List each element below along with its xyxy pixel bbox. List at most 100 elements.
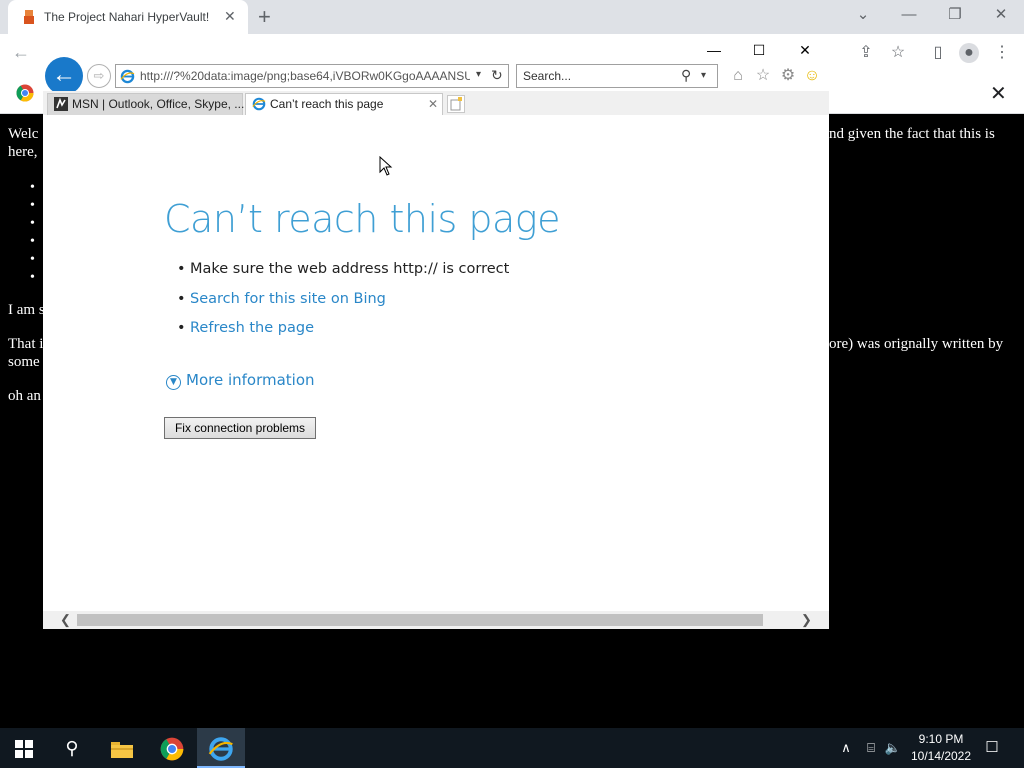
ie-address-dropdown-icon[interactable]: ▾ <box>476 69 481 80</box>
chrome-restore-button[interactable]: ❐ <box>932 0 978 30</box>
bg-bullet: • <box>30 216 35 231</box>
bg-bullet-list: • • • • • • <box>30 179 35 287</box>
ie-search-box[interactable]: Search... ⚲ ▾ <box>516 64 718 88</box>
ie-new-tab-button[interactable] <box>447 95 465 113</box>
bg-bullet: • <box>30 270 35 285</box>
mouse-cursor-icon <box>379 156 393 176</box>
more-information-toggle[interactable]: ▼ More information <box>166 371 315 390</box>
bg-bullet: • <box>30 180 35 195</box>
chrome-logo-icon <box>160 737 184 761</box>
bg-text-line: oh an <box>8 388 41 404</box>
ie-close-button[interactable]: ✕ <box>790 39 820 61</box>
chrome-share-icon[interactable]: ⇪ <box>856 43 876 63</box>
ie-maximize-button[interactable]: ☐ <box>744 39 774 61</box>
ie-minimize-button[interactable]: — <box>699 39 729 61</box>
ie-tab-row: MSN | Outlook, Office, Skype, ... Can’t … <box>43 91 829 115</box>
chrome-new-tab-button[interactable]: + <box>258 4 271 30</box>
chrome-back-icon[interactable]: ← <box>12 42 30 63</box>
error-suggestion-item[interactable]: • Search for this site on Bing <box>177 291 386 307</box>
chrome-side-panel-icon[interactable]: ▯ <box>928 43 948 63</box>
ie-search-placeholder[interactable]: Search... <box>523 69 571 83</box>
scroll-left-arrow-icon[interactable]: ❮ <box>60 611 71 629</box>
chrome-infobar-close-icon[interactable]: ✕ <box>990 81 1007 106</box>
search-bing-link[interactable]: Search for this site on Bing <box>190 291 386 307</box>
ie-logo-icon <box>252 97 266 111</box>
bg-text-line: here, <box>8 144 38 160</box>
ie-back-button[interactable]: ← <box>45 57 83 95</box>
taskbar-search-icon[interactable]: ⚲ <box>48 728 96 768</box>
notifications-icon[interactable]: ☐ <box>980 728 1004 768</box>
bg-text-line: ore) was orignally written by <box>829 336 1004 352</box>
start-button[interactable] <box>0 728 48 768</box>
ie-search-dropdown-icon[interactable]: ▾ <box>701 70 706 81</box>
chrome-tab-bar: The Project Nahari HyperVault! ✕ + ⌄ — ❐… <box>0 0 1024 34</box>
ie-tab-close-icon[interactable]: ✕ <box>428 94 438 114</box>
ie-forward-button[interactable]: ⇨ <box>87 64 111 88</box>
error-page-title: Can’t reach this page <box>164 197 560 241</box>
ie-search-icon[interactable]: ⚲ <box>681 67 691 84</box>
bullet-icon: • <box>177 291 186 307</box>
folder-icon <box>111 742 133 759</box>
bg-text-line: some <box>8 354 40 370</box>
chrome-tab[interactable]: The Project Nahari HyperVault! ✕ <box>8 0 248 34</box>
file-explorer-button[interactable] <box>98 728 146 768</box>
ie-favorites-star-icon[interactable]: ☆ <box>753 66 773 86</box>
error-suggestion-item[interactable]: • Refresh the page <box>177 320 314 336</box>
refresh-page-link[interactable]: Refresh the page <box>190 320 314 336</box>
chrome-profile-avatar-icon[interactable]: ● <box>959 43 979 63</box>
ie-tab-cant-reach[interactable]: Can’t reach this page ✕ <box>245 93 443 115</box>
ie-tab-label: MSN | Outlook, Office, Skype, ... <box>72 97 245 111</box>
windows-taskbar: ⚲ ∧ ⌸ 🔈 9:10 PM 10/14/2022 ☐ <box>0 728 1024 768</box>
ie-horizontal-scrollbar[interactable]: ❮ ❯ <box>43 611 829 629</box>
bg-text-line: That i <box>8 336 44 352</box>
chrome-taskbar-button[interactable] <box>148 728 196 768</box>
ie-settings-gear-icon[interactable]: ⚙ <box>778 66 798 86</box>
ie-title-bar: — ☐ ✕ <box>43 37 829 63</box>
clock-date: 10/14/2022 <box>910 749 972 763</box>
chrome-menu-icon[interactable]: ⋮ <box>992 43 1012 63</box>
ie-logo-icon <box>208 737 233 761</box>
bg-text-line: I am s <box>8 302 45 318</box>
site-favicon-icon <box>24 10 34 24</box>
windows-logo-icon <box>15 740 33 759</box>
fix-connection-problems-button[interactable]: Fix connection problems <box>164 417 316 439</box>
more-information-label: More information <box>186 371 315 389</box>
ie-tab-label: Can’t reach this page <box>270 97 384 111</box>
bg-bullet: • <box>30 198 35 213</box>
scroll-right-arrow-icon[interactable]: ❯ <box>801 611 812 629</box>
taskbar-clock[interactable]: 9:10 PM 10/14/2022 <box>906 731 976 765</box>
ie-logo-icon <box>120 69 135 84</box>
chrome-tab-title: The Project Nahari HyperVault! <box>44 10 210 24</box>
chrome-close-button[interactable]: ✕ <box>978 0 1024 30</box>
chrome-minimize-button[interactable]: — <box>886 0 932 30</box>
chrome-tab-close-icon[interactable]: ✕ <box>224 8 236 25</box>
bg-bullet: • <box>30 234 35 249</box>
tray-network-icon[interactable]: ⌸ <box>862 728 880 768</box>
new-tab-icon <box>450 97 462 111</box>
scrollbar-thumb[interactable] <box>77 614 763 626</box>
ie-address-url[interactable]: http:///?%20data:image/png;base64,iVBORw… <box>140 69 470 83</box>
ie-navigation-bar: ← ⇨ http:///?%20data:image/png;base64,iV… <box>43 57 829 95</box>
ie-taskbar-button[interactable] <box>197 728 245 768</box>
ie-error-page: Can’t reach this page • Make sure the we… <box>43 115 829 611</box>
bullet-icon: • <box>177 320 186 336</box>
error-suggestion-item: • Make sure the web address http:// is c… <box>177 261 509 277</box>
chevron-down-icon: ▼ <box>166 375 181 390</box>
tray-volume-icon[interactable]: 🔈 <box>884 728 902 768</box>
chrome-bookmark-star-icon[interactable]: ☆ <box>888 43 908 63</box>
clock-time: 9:10 PM <box>918 732 964 746</box>
ie-refresh-icon[interactable]: ↻ <box>491 67 503 84</box>
chrome-tab-search-chevron-icon[interactable]: ⌄ <box>840 0 886 30</box>
bullet-icon: • <box>177 261 186 277</box>
ie-home-icon[interactable]: ⌂ <box>728 66 748 86</box>
bg-bullet: • <box>30 252 35 267</box>
bg-text-line: Welc <box>8 126 39 142</box>
ie-feedback-smiley-icon[interactable]: ☺ <box>802 66 822 86</box>
bg-text-line: nd given the fact that this is <box>829 126 995 142</box>
ie-tab-msn[interactable]: MSN | Outlook, Office, Skype, ... <box>47 93 245 115</box>
ie-address-bar[interactable]: http:///?%20data:image/png;base64,iVBORw… <box>115 64 509 88</box>
chrome-logo-icon <box>16 84 34 102</box>
ie-window: — ☐ ✕ ← ⇨ http:///?%20data:image/png;bas… <box>43 37 829 629</box>
tray-show-hidden-icon[interactable]: ∧ <box>838 728 854 768</box>
msn-favicon-icon <box>54 97 68 111</box>
